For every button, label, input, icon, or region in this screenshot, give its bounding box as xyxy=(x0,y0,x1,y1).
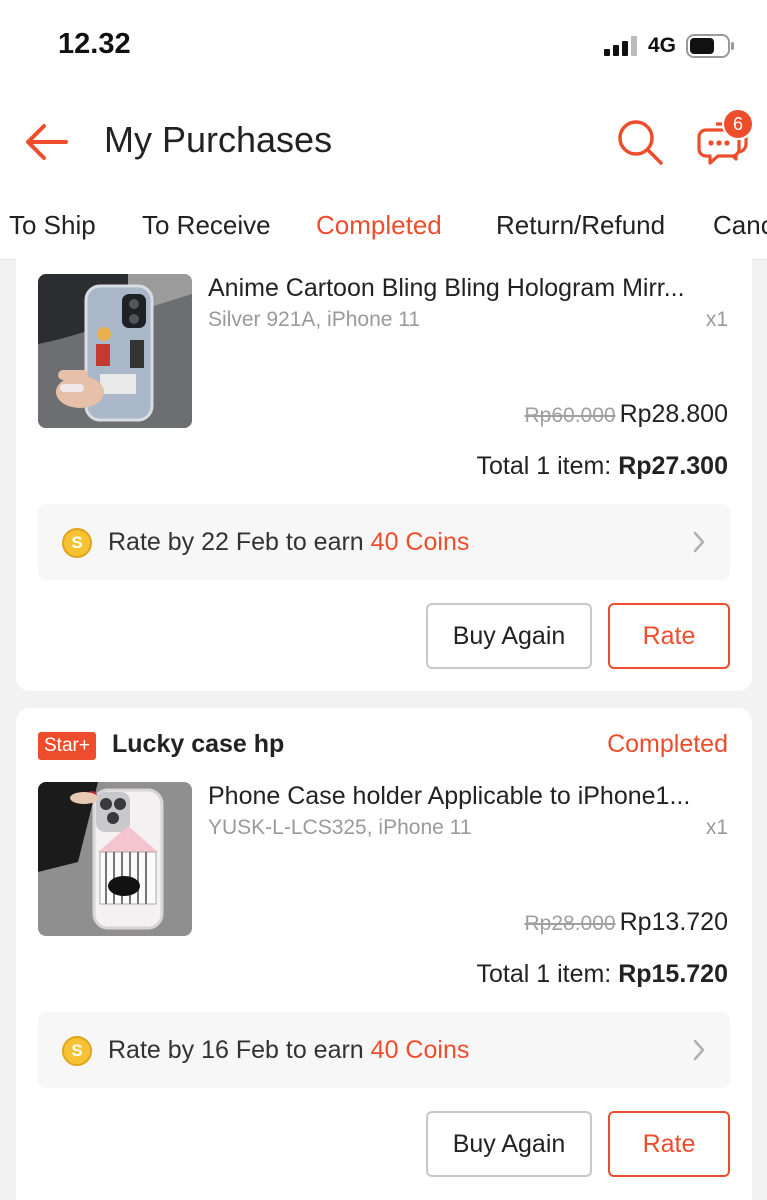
status-time: 12.32 xyxy=(58,28,131,60)
original-price: Rp60.000 xyxy=(524,404,616,427)
chat-badge: 6 xyxy=(722,108,754,140)
back-arrow-icon[interactable] xyxy=(22,118,70,166)
page-title: My Purchases xyxy=(104,119,333,160)
top-bar: 12.32 4G My Purchases 6 To Ship To Recei… xyxy=(0,0,767,260)
coin-icon: S xyxy=(62,528,92,558)
product-variant: YUSK-L-LCS325, iPhone 11 xyxy=(208,816,472,839)
original-price: Rp28.000 xyxy=(524,912,616,935)
sale-price: Rp13.720 xyxy=(619,908,728,936)
sale-price: Rp28.800 xyxy=(619,400,728,428)
signal-icon xyxy=(604,36,637,56)
order-card: Star+ Lucky case hp Completed Phone Case… xyxy=(16,708,752,1200)
tab-to-receive[interactable]: To Receive xyxy=(142,210,271,241)
rate-coins: 40 Coins xyxy=(370,528,470,556)
shop-name[interactable]: Lucky case hp xyxy=(112,730,284,759)
product-qty: x1 xyxy=(705,308,728,331)
order-status: Completed xyxy=(607,730,728,758)
coin-icon: S xyxy=(62,1036,92,1066)
product-variant: Silver 921A, iPhone 11 xyxy=(208,308,421,331)
rate-button[interactable]: Rate xyxy=(608,1111,730,1177)
battery-icon xyxy=(686,34,734,58)
total-amount: Rp15.720 xyxy=(618,960,728,988)
total-label: Total 1 item: xyxy=(476,452,612,480)
rate-coins: 40 Coins xyxy=(370,1036,470,1064)
order-total: Total 1 item: Rp27.300 xyxy=(476,452,728,481)
total-label: Total 1 item: xyxy=(476,960,612,988)
price-row: Rp60.000 Rp28.800 xyxy=(524,400,728,429)
tab-completed[interactable]: Completed xyxy=(316,210,442,241)
buy-again-button[interactable]: Buy Again xyxy=(426,1111,592,1177)
star-plus-badge: Star+ xyxy=(38,732,96,760)
rate-deadline: Rate by 22 Feb to earn xyxy=(108,528,364,556)
rate-reward-bar[interactable]: S Rate by 16 Feb to earn 40 Coins xyxy=(38,1012,730,1088)
rate-button[interactable]: Rate xyxy=(608,603,730,669)
search-icon[interactable] xyxy=(614,116,666,168)
price-row: Rp28.000 Rp13.720 xyxy=(524,908,728,937)
tab-to-ship[interactable]: To Ship xyxy=(9,210,96,241)
network-label: 4G xyxy=(648,34,677,57)
product-name[interactable]: Phone Case holder Applicable to iPhone1.… xyxy=(208,782,728,811)
tab-cancelled[interactable]: Canc xyxy=(713,210,767,241)
rate-reward-text: Rate by 16 Feb to earn 40 Coins xyxy=(108,1036,469,1065)
buy-again-button[interactable]: Buy Again xyxy=(426,603,592,669)
product-name[interactable]: Anime Cartoon Bling Bling Hologram Mirr.… xyxy=(208,274,728,303)
tab-return-refund[interactable]: Return/Refund xyxy=(496,210,665,241)
product-qty: x1 xyxy=(705,816,728,839)
rate-reward-text: Rate by 22 Feb to earn 40 Coins xyxy=(108,528,469,557)
order-card: Anime Cartoon Bling Bling Hologram Mirr.… xyxy=(16,240,752,691)
chevron-right-icon xyxy=(693,1039,705,1061)
rate-reward-bar[interactable]: S Rate by 22 Feb to earn 40 Coins xyxy=(38,504,730,580)
chevron-right-icon xyxy=(693,531,705,553)
total-amount: Rp27.300 xyxy=(618,452,728,480)
product-image[interactable] xyxy=(38,782,192,936)
product-image[interactable] xyxy=(38,274,192,428)
order-total: Total 1 item: Rp15.720 xyxy=(476,960,728,989)
rate-deadline: Rate by 16 Feb to earn xyxy=(108,1036,364,1064)
